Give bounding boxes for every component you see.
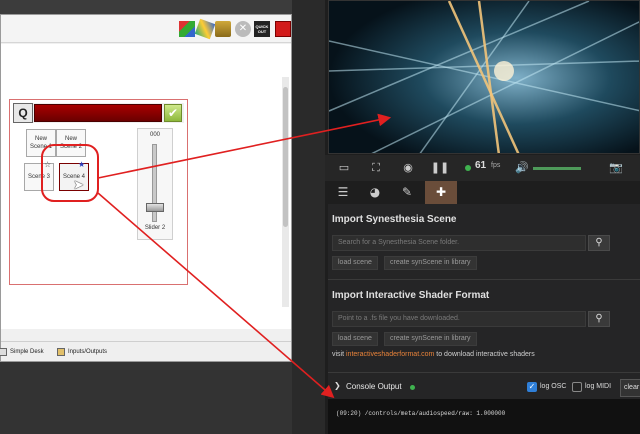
import-isf-title: Import Interactive Shader Format (332, 290, 490, 301)
palette-icon[interactable]: ◕ (359, 181, 391, 204)
scene-button-2[interactable]: New Scene 2 (56, 129, 86, 157)
slider-label: Slider 2 (144, 225, 166, 231)
log-midi-checkbox[interactable] (572, 382, 582, 392)
scene-preview (328, 0, 640, 154)
tab-label: Inputs/Outputs (68, 349, 108, 355)
list-icon[interactable]: ☰ (327, 181, 359, 204)
log-line: (09:20) /controls/meta/audiospeed/raw: 1… (336, 410, 506, 417)
font-icon[interactable] (215, 21, 231, 37)
vc-toolbar: ✕ QUICK OUT (1, 15, 291, 43)
palette-icon[interactable] (194, 18, 216, 40)
disable-icon[interactable]: ✕ (235, 21, 251, 37)
camera-icon[interactable]: 📷 (605, 159, 627, 177)
frame-title-bar[interactable] (34, 104, 162, 122)
panel-tabs: ☰ ◕ ✎ ✚ (325, 181, 640, 204)
clear-button[interactable]: clear (620, 379, 640, 397)
console-header: ❯ Console Output ✓ log OSC log MIDI clea… (328, 377, 640, 399)
desktop-background (0, 362, 292, 434)
synesthesia-panel: ▭ ⛶ ◉ ❚❚ 61 fps 🔊 📷 ☰ ◕ ✎ ✚ Import Synes… (325, 0, 640, 434)
load-scene-button[interactable]: load scene (332, 332, 378, 346)
quick-out-icon[interactable]: QUICK OUT (254, 21, 270, 37)
section-divider (328, 372, 640, 373)
section-divider (328, 279, 640, 280)
qlc-window: ✕ QUICK OUT Q ✔ New Scene 1 New Scene 2 … (0, 14, 292, 362)
search-icon[interactable]: ⚲ (588, 311, 610, 327)
fps-value: 61 (475, 160, 487, 171)
frame-header: Q ✔ (13, 103, 184, 123)
scene-folder-search-input[interactable]: Search for a Synesthesia Scene folder. (332, 235, 586, 251)
slider-widget: 000 Slider 2 (137, 128, 173, 240)
log-osc-checkbox[interactable]: ✓ (527, 382, 537, 392)
note-text: to download interactive shaders (434, 351, 535, 358)
import-panel: Import Synesthesia Scene Search for a Sy… (328, 204, 640, 434)
virtual-console-area: Q ✔ New Scene 1 New Scene 2 Scene 3 ☆ Sc… (1, 44, 291, 329)
qlc-bottom-tabs: Simple Desk Inputs/Outputs (0, 341, 291, 361)
slider-value: 000 (149, 132, 160, 138)
volume-icon[interactable]: 🔊 (511, 159, 533, 177)
star-icon: ☆ (44, 160, 52, 169)
fps-status-dot (465, 165, 471, 171)
console-title: Console Output (346, 382, 402, 391)
desk-icon (0, 348, 7, 356)
q-logo-icon: Q (13, 103, 33, 123)
playback-controls: ▭ ⛶ ◉ ❚❚ 61 fps 🔊 📷 (325, 155, 640, 181)
window-gap (292, 0, 325, 434)
color-picker-icon[interactable] (179, 21, 195, 37)
isf-website-link[interactable]: interactiveshaderformat.com (346, 351, 434, 358)
tab-simple-desk[interactable]: Simple Desk (0, 345, 44, 359)
slider-handle[interactable] (146, 203, 164, 212)
star-icon: ★ (78, 160, 86, 169)
preview-visual (329, 1, 639, 153)
create-synscene-button[interactable]: create synScene in library (384, 332, 477, 346)
console-log: (09:20) /controls/meta/audiospeed/raw: 1… (328, 399, 640, 434)
pencil-icon[interactable]: ✎ (391, 181, 423, 204)
fps-unit: fps (491, 162, 501, 169)
load-scene-button[interactable]: load scene (332, 256, 378, 270)
plug-icon (57, 348, 65, 356)
vc-frame[interactable]: Q ✔ New Scene 1 New Scene 2 Scene 3 ☆ Sc… (9, 99, 188, 285)
import-scene-title: Import Synesthesia Scene (332, 214, 457, 225)
scene-button-1[interactable]: New Scene 1 (26, 129, 56, 157)
isf-download-note: visit interactiveshaderformat.com to dow… (332, 351, 535, 358)
search-icon[interactable]: ⚲ (588, 235, 610, 251)
tab-inputs-outputs[interactable]: Inputs/Outputs (57, 345, 107, 359)
pause-icon[interactable]: ❚❚ (429, 159, 451, 177)
eye-icon[interactable]: ◉ (397, 159, 419, 177)
scrollbar-thumb[interactable] (283, 87, 288, 227)
vertical-scrollbar[interactable] (282, 77, 289, 307)
monitor-icon[interactable]: ▭ (333, 159, 355, 177)
fs-file-path-input[interactable]: Point to a .fs file you have downloaded. (332, 311, 586, 327)
stop-all-icon[interactable] (275, 21, 291, 37)
plus-icon[interactable]: ✚ (425, 181, 457, 204)
tab-label: Simple Desk (10, 349, 44, 355)
chevron-down-icon[interactable]: ❯ (334, 381, 341, 390)
fullscreen-icon[interactable]: ⛶ (365, 159, 387, 177)
note-text: visit (332, 351, 346, 358)
create-synscene-button[interactable]: create synScene in library (384, 256, 477, 270)
log-midi-label: log MIDI (585, 383, 612, 390)
console-status-dot (410, 385, 415, 390)
log-osc-label: log OSC (540, 383, 567, 390)
volume-slider[interactable] (533, 167, 581, 170)
mouse-cursor-icon: ➤ (73, 178, 84, 193)
check-icon[interactable]: ✔ (164, 104, 182, 122)
